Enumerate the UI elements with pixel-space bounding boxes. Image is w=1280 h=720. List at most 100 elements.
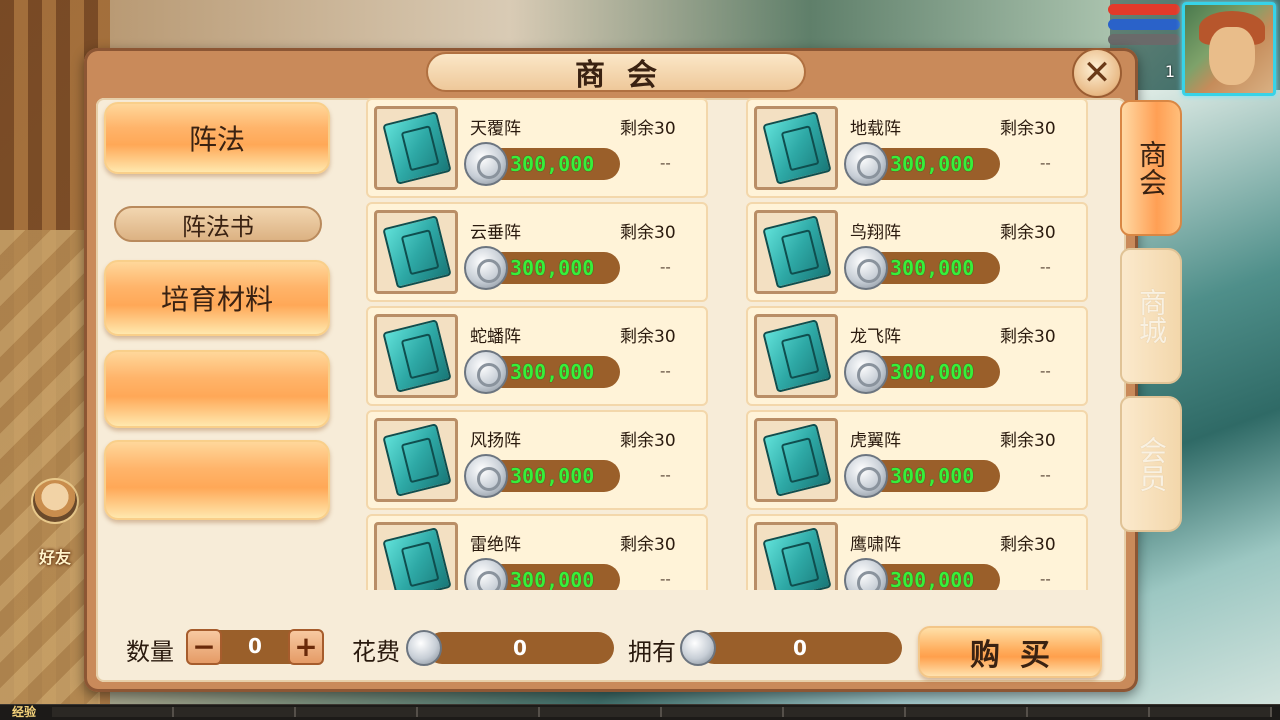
item-card[interactable]: 雷绝阵 剩余30 300,000 -- xyxy=(366,514,708,590)
item-name: 鸟翔阵 xyxy=(850,223,901,243)
dialog-title: 商会 xyxy=(575,58,679,93)
item-price: 300,000 xyxy=(510,464,595,488)
buy-button-label: 购买 xyxy=(970,638,1070,673)
close-button[interactable]: ✕ xyxy=(1072,48,1122,98)
item-remaining: 剩余30 xyxy=(1000,223,1056,243)
item-owned: -- xyxy=(660,362,671,380)
cost-label: 花费 xyxy=(352,638,400,666)
category-formation[interactable]: 阵法 xyxy=(104,102,330,174)
quantity-input[interactable]: 0 xyxy=(224,634,286,658)
silver-coin-icon xyxy=(464,454,508,498)
book-icon xyxy=(762,319,832,393)
item-remaining: 剩余30 xyxy=(1000,535,1056,555)
category-formation-label: 阵法 xyxy=(188,123,245,156)
silver-coin-icon xyxy=(844,454,888,498)
formation-book-icon xyxy=(754,522,838,590)
formation-book-icon xyxy=(374,418,458,502)
tab-mall[interactable]: 商城 xyxy=(1120,248,1182,384)
silver-coin-icon xyxy=(464,558,508,590)
item-card[interactable]: 龙飞阵 剩余30 300,000 -- xyxy=(746,306,1088,406)
item-remaining: 剩余30 xyxy=(1000,119,1056,139)
silver-coin-icon xyxy=(844,142,888,186)
item-card[interactable]: 鸟翔阵 剩余30 300,000 -- xyxy=(746,202,1088,302)
item-name: 虎翼阵 xyxy=(850,431,901,451)
silver-coin-icon xyxy=(844,350,888,394)
category-empty-1[interactable] xyxy=(104,350,330,428)
buy-button[interactable]: 购买 xyxy=(918,626,1102,678)
book-icon xyxy=(762,423,832,497)
book-icon xyxy=(382,423,452,497)
item-remaining: 剩余30 xyxy=(620,327,676,347)
mp-bar xyxy=(1108,19,1180,30)
item-card[interactable]: 蛇蟠阵 剩余30 300,000 -- xyxy=(366,306,708,406)
experience-track xyxy=(52,707,1272,717)
category-empty-2[interactable] xyxy=(104,440,330,520)
item-owned: -- xyxy=(1040,570,1051,588)
item-remaining: 剩余30 xyxy=(620,119,676,139)
silver-coin-icon xyxy=(464,246,508,290)
silver-coin-icon xyxy=(406,630,442,666)
item-remaining: 剩余30 xyxy=(620,431,676,451)
item-name: 龙飞阵 xyxy=(850,327,901,347)
owned-display: 0 xyxy=(698,632,902,664)
item-name: 天覆阵 xyxy=(470,119,521,139)
silver-coin-icon xyxy=(680,630,716,666)
silver-coin-icon xyxy=(464,350,508,394)
item-remaining: 剩余30 xyxy=(1000,327,1056,347)
cost-display: 0 xyxy=(426,632,614,664)
player-avatar[interactable] xyxy=(1182,2,1276,96)
book-icon xyxy=(762,527,832,590)
tab-vip[interactable]: 会员 xyxy=(1120,396,1182,532)
item-price: 300,000 xyxy=(890,568,975,590)
item-card[interactable]: 天覆阵 剩余30 300,000 -- xyxy=(366,98,708,198)
item-price: 300,000 xyxy=(890,464,975,488)
tab-merchant[interactable]: 商会 xyxy=(1120,100,1182,236)
owned-label: 拥有 xyxy=(628,638,676,666)
formation-book-icon xyxy=(374,522,458,590)
item-owned: -- xyxy=(660,258,671,276)
item-owned: -- xyxy=(660,154,671,172)
owned-value: 0 xyxy=(793,636,807,660)
energy-bar xyxy=(1108,34,1180,45)
status-bars xyxy=(1108,4,1180,49)
item-card[interactable]: 风扬阵 剩余30 300,000 -- xyxy=(366,410,708,510)
friend-label: 好友 xyxy=(38,548,71,567)
item-remaining: 剩余30 xyxy=(620,223,676,243)
formation-book-icon xyxy=(374,106,458,190)
item-card[interactable]: 虎翼阵 剩余30 300,000 -- xyxy=(746,410,1088,510)
hp-bar xyxy=(1108,4,1180,15)
item-card[interactable]: 地载阵 剩余30 300,000 -- xyxy=(746,98,1088,198)
dialog-title-plate: 商会 xyxy=(426,52,806,93)
plus-icon: + xyxy=(294,630,318,663)
subcategory-formation-book-label: 阵法书 xyxy=(182,212,254,241)
item-owned: -- xyxy=(660,466,671,484)
quantity-stepper: − 0 + xyxy=(186,629,324,665)
item-card[interactable]: 云垂阵 剩余30 300,000 -- xyxy=(366,202,708,302)
item-grid: 天覆阵 剩余30 300,000 -- 地载阵 剩余30 300,000 -- 云垂阵 剩余30 3… xyxy=(366,98,1108,590)
item-price: 300,000 xyxy=(510,256,595,280)
item-price: 300,000 xyxy=(890,360,975,384)
experience-bar: 经验 xyxy=(0,704,1280,720)
minus-icon: − xyxy=(192,630,216,663)
item-card[interactable]: 鹰啸阵 剩余30 300,000 -- xyxy=(746,514,1088,590)
avatar-face xyxy=(1209,27,1255,85)
item-owned: -- xyxy=(660,570,671,588)
formation-book-icon xyxy=(754,418,838,502)
experience-label: 经验 xyxy=(12,705,37,719)
item-owned: -- xyxy=(1040,466,1051,484)
decrease-button[interactable]: − xyxy=(186,629,222,665)
book-icon xyxy=(382,319,452,393)
item-price: 300,000 xyxy=(510,568,595,590)
subcategory-formation-book[interactable]: 阵法书 xyxy=(114,206,322,242)
cost-value: 0 xyxy=(513,636,527,660)
book-icon xyxy=(382,111,452,185)
formation-book-icon xyxy=(374,314,458,398)
category-cultivation-material[interactable]: 培育材料 xyxy=(104,260,330,336)
increase-button[interactable]: + xyxy=(288,629,324,665)
item-owned: -- xyxy=(1040,258,1051,276)
tab-merchant-label: 商会 xyxy=(1135,140,1168,196)
tab-mall-label: 商城 xyxy=(1135,288,1168,344)
formation-book-icon xyxy=(754,314,838,398)
friend-button[interactable]: 好友 xyxy=(20,478,90,568)
item-name: 雷绝阵 xyxy=(470,535,521,555)
